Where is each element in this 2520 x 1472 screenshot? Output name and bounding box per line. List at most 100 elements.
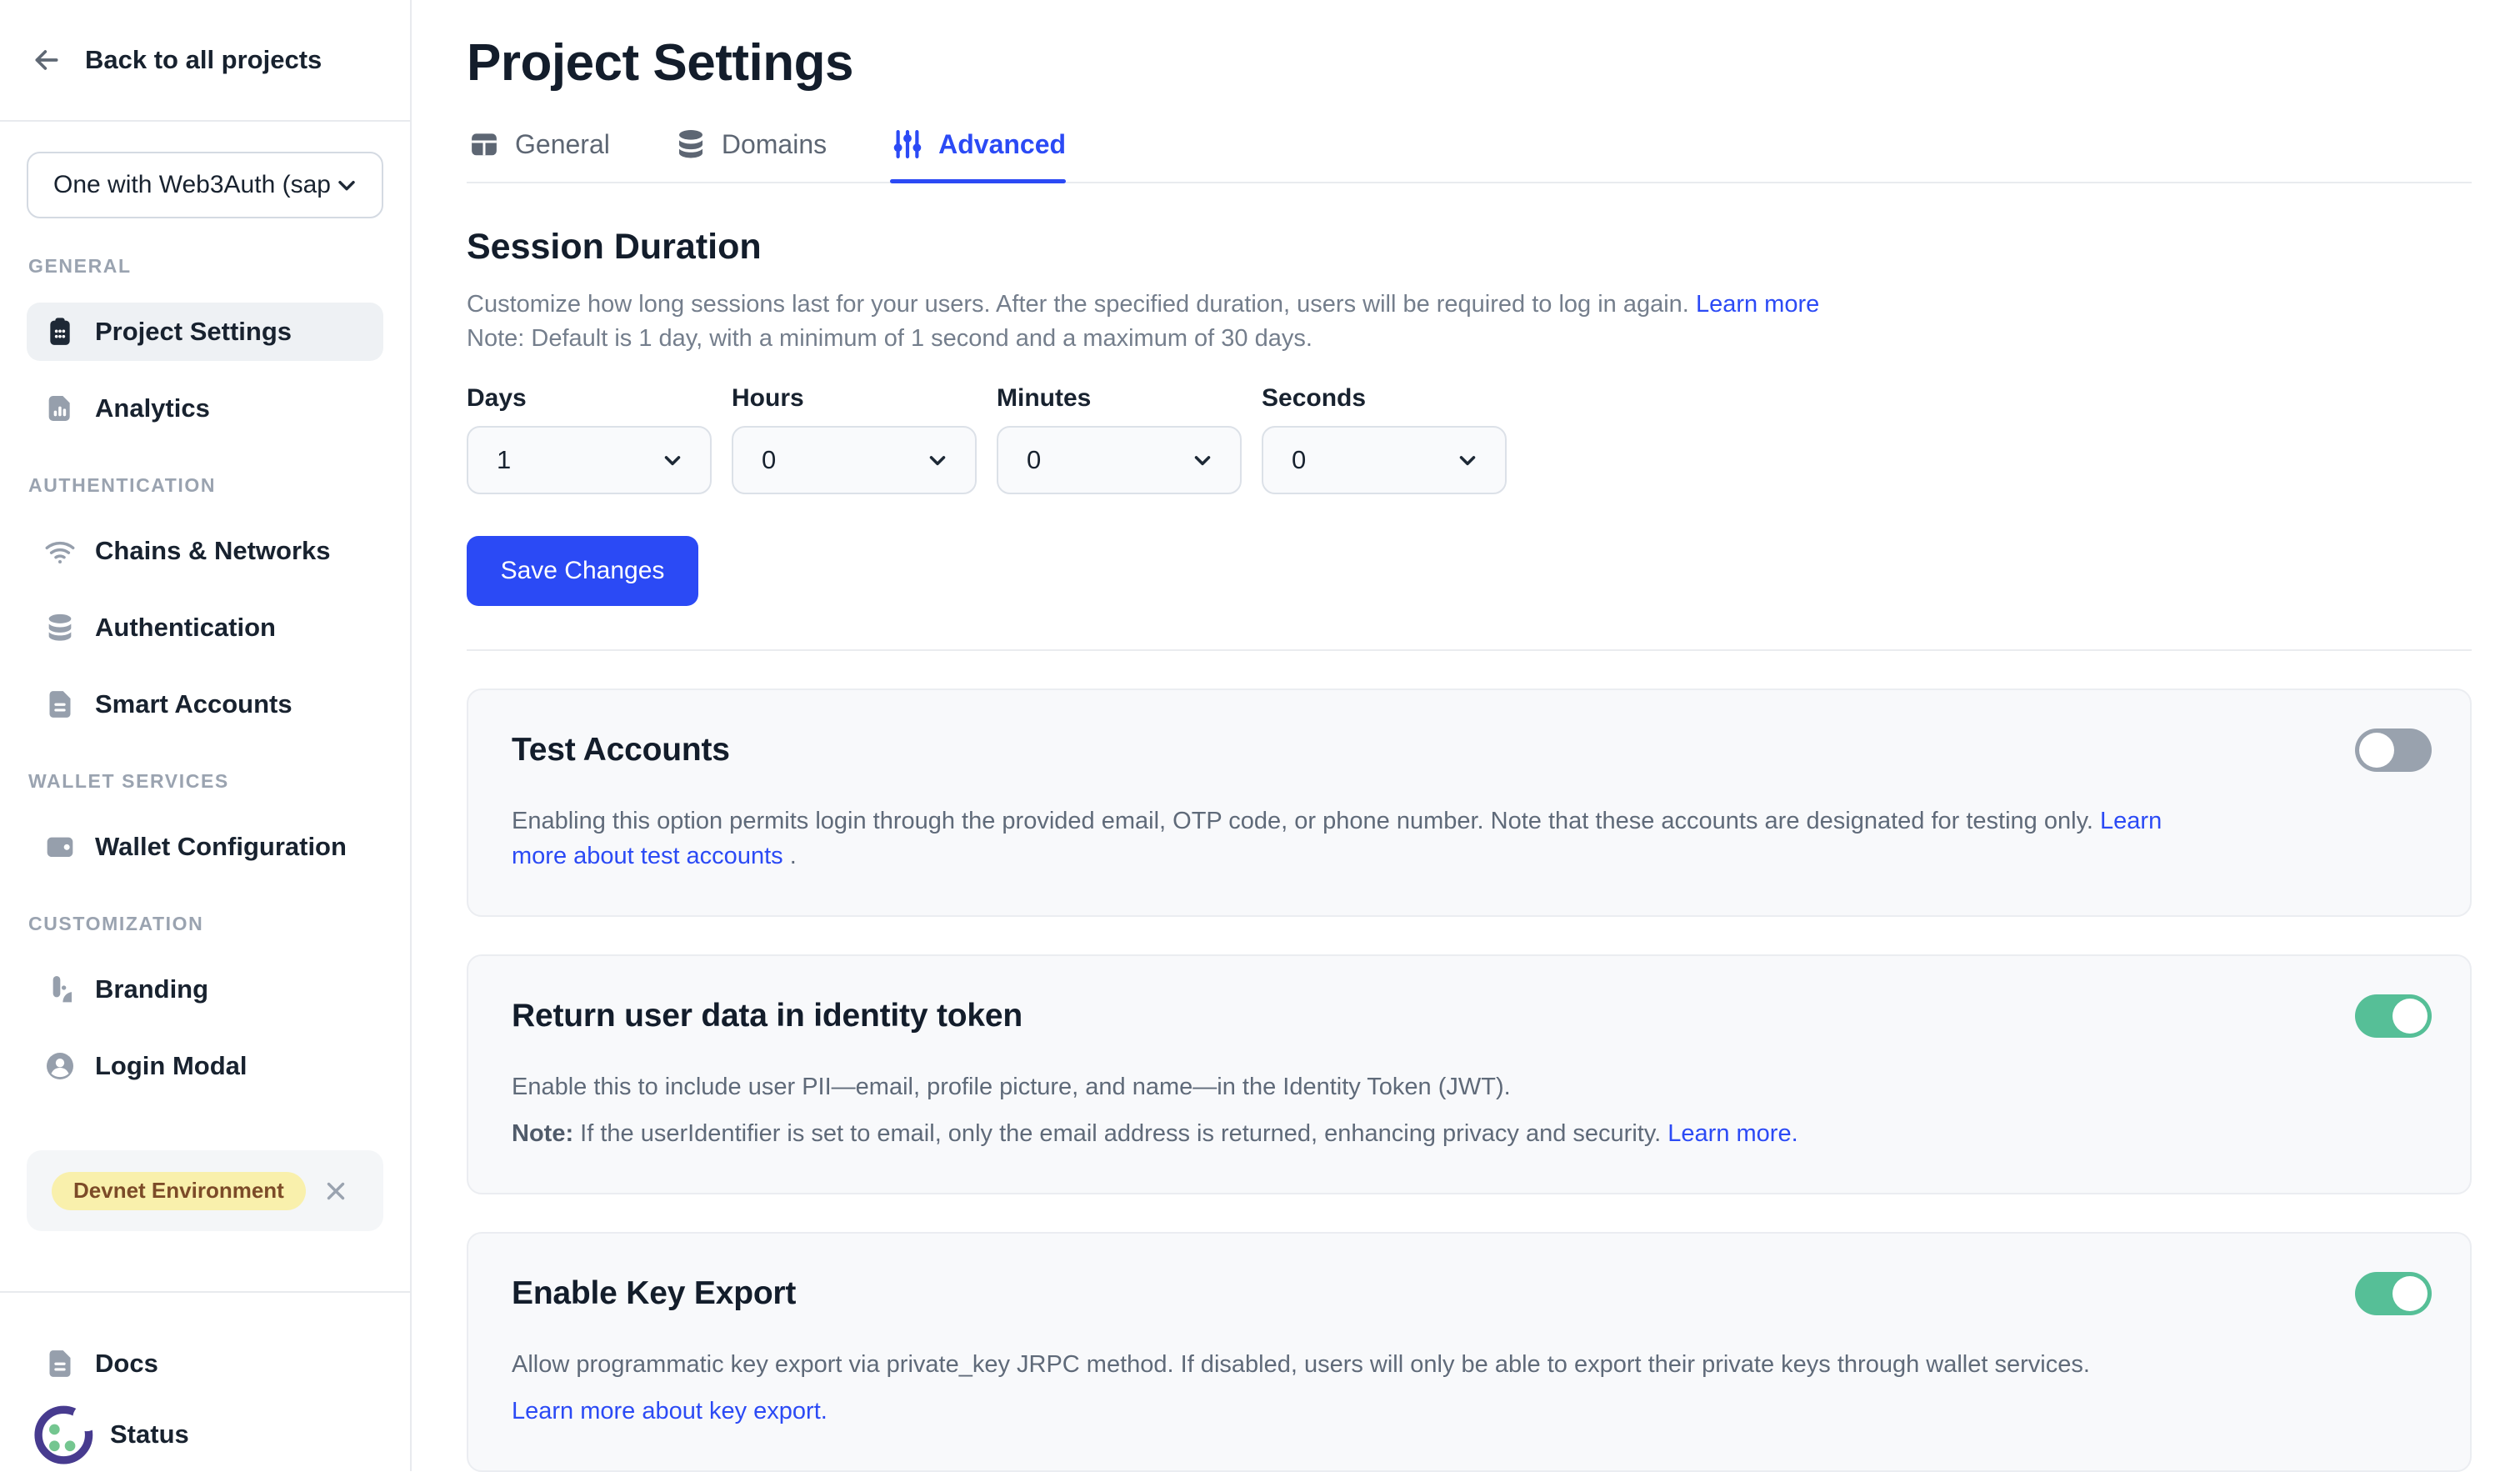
session-duration-note: Note: Default is 1 day, with a minimum o…	[467, 322, 2472, 356]
sidebar-item-label: Analytics	[95, 393, 210, 423]
sidebar-item-chains-networks[interactable]: Chains & Networks	[27, 522, 383, 580]
database-icon	[43, 611, 77, 644]
hours-select[interactable]: 0	[732, 426, 977, 494]
select-value: 0	[762, 445, 776, 475]
cookie-icon	[28, 1398, 102, 1471]
field-label: Minutes	[997, 384, 1242, 413]
section-label-general: GENERAL	[28, 255, 383, 278]
field-minutes: Minutes 0	[997, 384, 1242, 494]
card-body: Enabling this option permits login throu…	[512, 804, 2170, 874]
tab-advanced[interactable]: Advanced	[890, 127, 1066, 162]
main-content: Project Settings General Domains Advance…	[412, 0, 2520, 1471]
table-grid-icon	[467, 127, 502, 162]
user-circle-icon	[43, 1049, 77, 1083]
select-value: 0	[1027, 445, 1041, 475]
card-title: Return user data in identity token	[512, 998, 1022, 1034]
devnet-environment-badge: Devnet Environment	[52, 1172, 306, 1210]
card-test-accounts: Test Accounts Enabling this option permi…	[467, 688, 2472, 917]
sidebar-item-label: Chains & Networks	[95, 536, 331, 566]
page-title: Project Settings	[467, 33, 2472, 93]
learn-more-key-export-link[interactable]: Learn more about key export.	[512, 1398, 828, 1424]
card-text: Allow programmatic key export via privat…	[512, 1351, 2090, 1378]
sidebar-item-label: Smart Accounts	[95, 689, 292, 719]
select-value: 0	[1292, 445, 1306, 475]
sidebar-item-label: Wallet Configuration	[95, 832, 347, 862]
minutes-select[interactable]: 0	[997, 426, 1242, 494]
save-changes-button[interactable]: Save Changes	[467, 536, 698, 606]
section-label-authentication: AUTHENTICATION	[28, 474, 383, 497]
card-title: Test Accounts	[512, 732, 730, 769]
test-accounts-toggle[interactable]	[2355, 728, 2432, 772]
note-text: If the userIdentifier is set to email, o…	[573, 1120, 1661, 1147]
card-text: Enable this to include user PII—email, p…	[512, 1074, 1511, 1100]
clipboard-icon	[43, 315, 77, 348]
wifi-icon	[43, 534, 77, 568]
card-text-suffix: .	[783, 843, 797, 869]
field-days: Days 1	[467, 384, 712, 494]
project-selector[interactable]: One with Web3Auth (sap	[27, 152, 383, 218]
sidebar-item-login-modal[interactable]: Login Modal	[27, 1037, 383, 1095]
sidebar-item-label: Login Modal	[95, 1051, 248, 1081]
analytics-chart-icon	[43, 392, 77, 425]
field-hours: Hours 0	[732, 384, 977, 494]
chevron-down-icon	[1190, 448, 1215, 473]
sidebar-item-status[interactable]: Status	[27, 1398, 383, 1471]
seconds-select[interactable]: 0	[1262, 426, 1507, 494]
sidebar-item-analytics[interactable]: Analytics	[27, 379, 383, 438]
field-label: Hours	[732, 384, 977, 413]
sidebar-item-smart-accounts[interactable]: Smart Accounts	[27, 675, 383, 733]
section-divider	[467, 649, 2472, 651]
section-label-customization: CUSTOMIZATION	[28, 913, 383, 935]
close-icon[interactable]	[322, 1177, 350, 1205]
toggle-knob	[2359, 733, 2394, 768]
sidebar-item-project-settings[interactable]: Project Settings	[27, 303, 383, 361]
field-label: Days	[467, 384, 712, 413]
document-icon	[43, 688, 77, 721]
note-label: Note:	[512, 1120, 573, 1147]
tab-label: Domains	[722, 129, 827, 160]
back-to-projects-button[interactable]: Back to all projects	[0, 0, 410, 122]
sidebar-item-authentication[interactable]: Authentication	[27, 598, 383, 657]
days-select[interactable]: 1	[467, 426, 712, 494]
footer-item-label: Docs	[95, 1349, 158, 1379]
tab-bar: General Domains Advanced	[467, 127, 2472, 183]
sidebar-item-label: Authentication	[95, 613, 276, 643]
chevron-down-icon	[660, 448, 685, 473]
duration-fields: Days 1 Hours 0 Minutes 0 Seconds 0	[467, 384, 2472, 494]
identity-token-toggle[interactable]	[2355, 994, 2432, 1038]
session-duration-description: Customize how long sessions last for you…	[467, 288, 2472, 322]
sidebar-footer: Docs Status	[0, 1291, 410, 1471]
devnet-environment-card: Devnet Environment	[27, 1150, 383, 1231]
learn-more-link[interactable]: Learn more	[1696, 291, 1819, 318]
key-export-toggle[interactable]	[2355, 1272, 2432, 1315]
card-text: Enabling this option permits login throu…	[512, 808, 2093, 834]
section-label-wallet-services: WALLET SERVICES	[28, 770, 383, 793]
sliders-icon	[890, 127, 925, 162]
chevron-down-icon	[333, 172, 360, 198]
sidebar-item-docs[interactable]: Docs	[27, 1334, 383, 1393]
learn-more-identity-link[interactable]: Learn more.	[1668, 1120, 1798, 1147]
arrow-left-icon	[30, 43, 63, 77]
chevron-down-icon	[925, 448, 950, 473]
card-key-export: Enable Key Export Allow programmatic key…	[467, 1232, 2472, 1472]
field-seconds: Seconds 0	[1262, 384, 1507, 494]
tab-domains[interactable]: Domains	[673, 127, 827, 162]
paintbrush-icon	[43, 973, 77, 1006]
toggle-knob	[2392, 999, 2428, 1034]
tab-label: General	[515, 129, 610, 160]
field-label: Seconds	[1262, 384, 1507, 413]
sidebar-item-wallet-configuration[interactable]: Wallet Configuration	[27, 818, 383, 876]
sidebar: Back to all projects One with Web3Auth (…	[0, 0, 412, 1471]
tab-general[interactable]: General	[467, 127, 610, 162]
card-title: Enable Key Export	[512, 1275, 796, 1312]
wallet-icon	[43, 830, 77, 864]
tab-label: Advanced	[938, 129, 1066, 160]
card-body: Enable this to include user PII—email, p…	[512, 1069, 2170, 1151]
sidebar-item-label: Project Settings	[95, 317, 292, 347]
domains-database-icon	[673, 127, 708, 162]
sidebar-item-branding[interactable]: Branding	[27, 960, 383, 1019]
sidebar-body: One with Web3Auth (sap GENERAL Project S…	[0, 122, 410, 1291]
description-text: Customize how long sessions last for you…	[467, 291, 1689, 318]
project-selector-value: One with Web3Auth (sap	[53, 171, 331, 199]
chevron-down-icon	[1455, 448, 1480, 473]
